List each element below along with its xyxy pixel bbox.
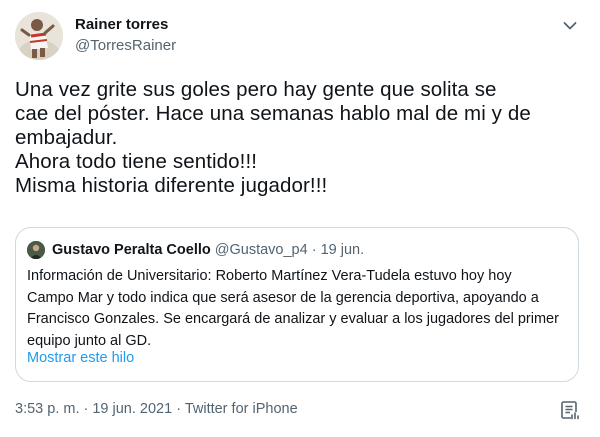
- quoted-text-line: equipo junto al GD.: [27, 332, 152, 349]
- quoted-header: Gustavo Peralta Coello @Gustavo_p4 · 19 …: [52, 242, 364, 258]
- user-handle[interactable]: @TorresRainer: [75, 37, 176, 54]
- tweet-source[interactable]: Twitter for iPhone: [185, 401, 298, 417]
- quoted-user-name: Gustavo Peralta Coello: [52, 242, 211, 258]
- tweet-text: Una vez grite sus goles pero hay gente q…: [15, 78, 590, 198]
- quoted-tweet[interactable]: Gustavo Peralta Coello @Gustavo_p4 · 19 …: [15, 227, 579, 382]
- tweet-card: Rainer torres @TorresRainer Una vez grit…: [0, 0, 600, 437]
- quoted-text-line: Francisco Gonzales. Se encargará de anal…: [27, 311, 559, 327]
- quoted-text-line: Campo Mar y todo indica que será asesor …: [27, 289, 539, 306]
- user-display-name[interactable]: Rainer torres: [75, 16, 168, 33]
- show-thread-link[interactable]: Mostrar este hilo: [27, 350, 134, 366]
- user-avatar[interactable]: [15, 12, 63, 60]
- tweet-text-line: embajadur.: [15, 126, 118, 149]
- tweet-text-line: Una vez grite sus goles pero hay gente q…: [15, 78, 497, 101]
- tweet-timestamp[interactable]: 3:53 p. m. · 19 jun. 2021 ·: [15, 401, 185, 417]
- quoted-user-avatar: [27, 241, 45, 259]
- quoted-user-meta: @Gustavo_p4 · 19 jun.: [210, 242, 365, 258]
- quoted-text: Información de Universitario: Roberto Ma…: [27, 266, 567, 352]
- tweet-text-line: Ahora todo tiene sentido!!!: [15, 150, 258, 173]
- tweet-text-line: cae del póster. Hace una semanas hablo m…: [15, 102, 531, 125]
- tweet-metadata: 3:53 p. m. · 19 jun. 2021 · Twitter for …: [15, 401, 298, 417]
- analytics-icon[interactable]: [559, 399, 581, 421]
- chevron-down-icon[interactable]: [558, 14, 582, 38]
- quoted-text-line: Información de Universitario: Roberto Ma…: [27, 268, 512, 284]
- tweet-text-line: Misma historia diferente jugador!!!: [15, 174, 328, 197]
